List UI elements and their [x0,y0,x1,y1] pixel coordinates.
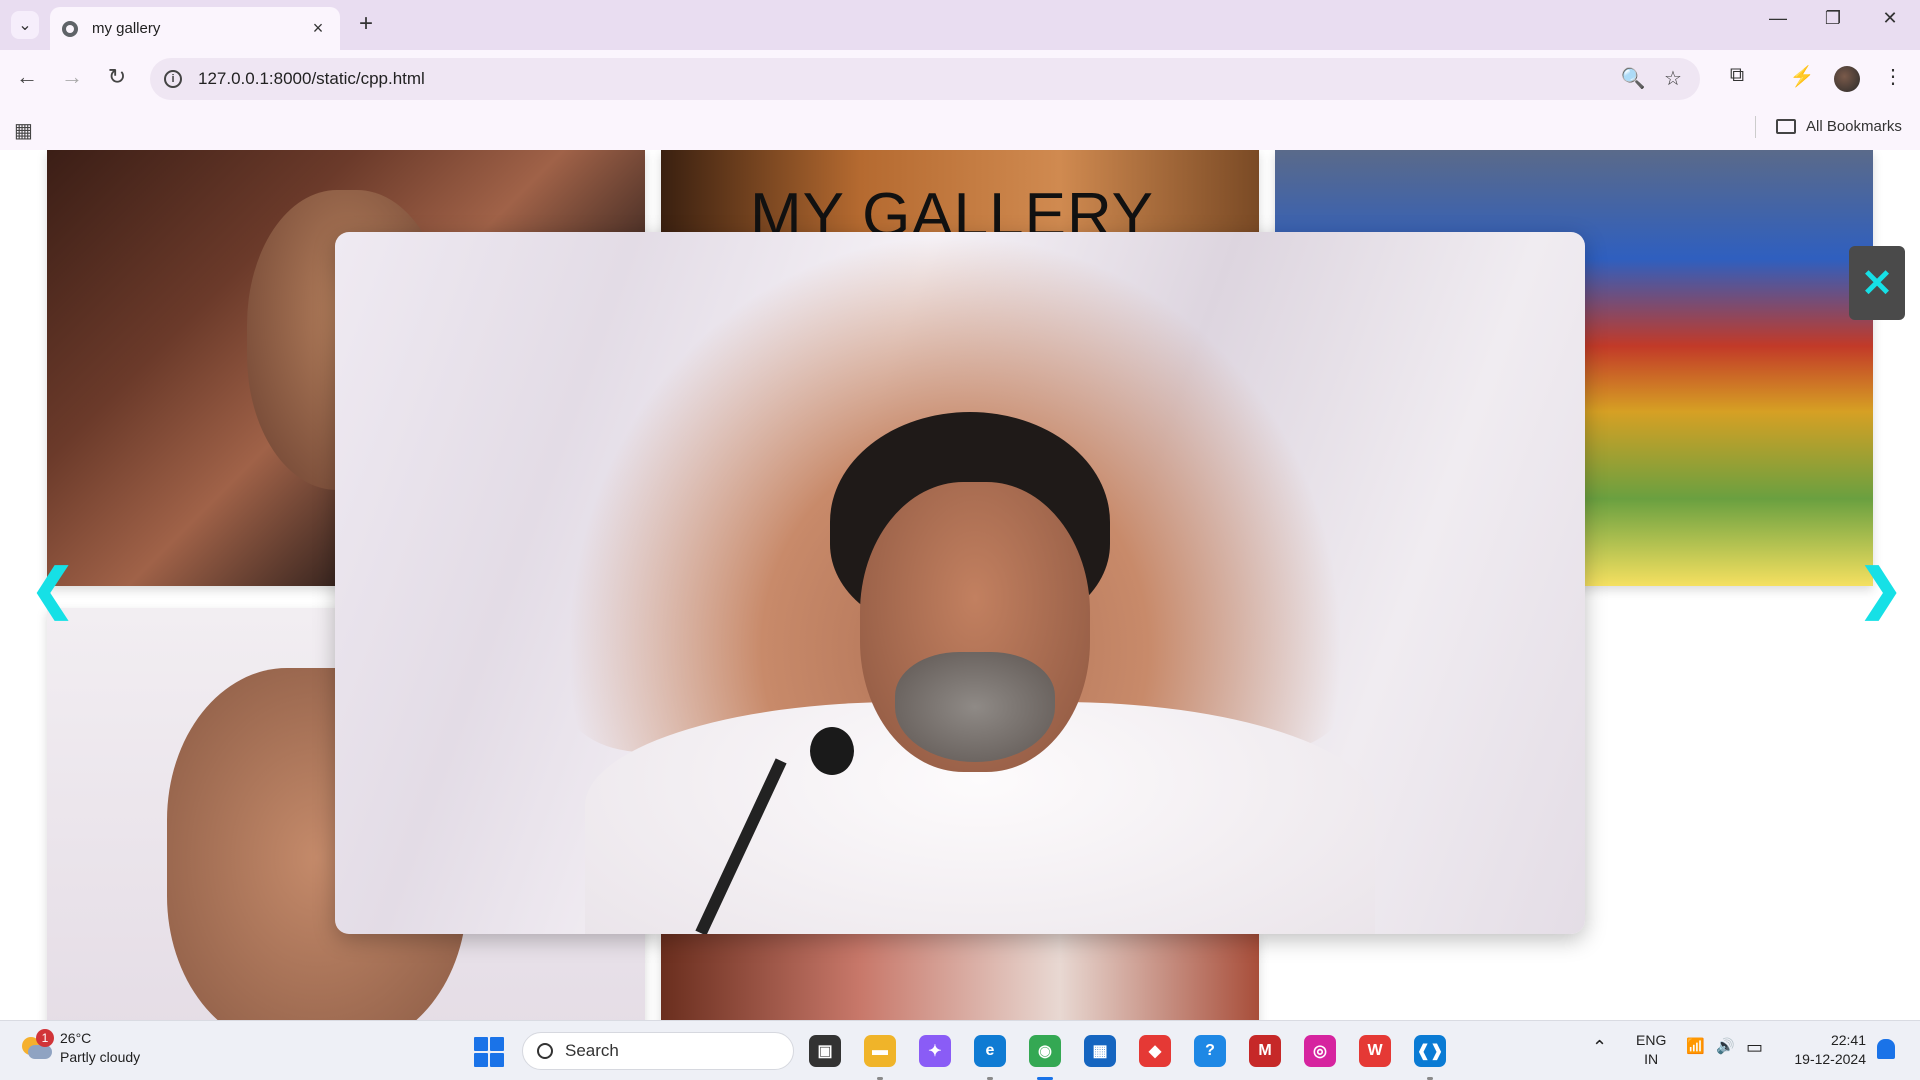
weather-widget[interactable]: 1 26°C Partly cloudy [22,1029,140,1067]
weather-temperature: 26°C [60,1030,92,1046]
start-button[interactable] [474,1037,504,1067]
maximize-button[interactable]: ❐ [1813,8,1853,29]
all-bookmarks-button[interactable]: All Bookmarks [1776,118,1902,135]
bookmarks-bar: ▦ All Bookmarks [0,108,1920,150]
address-bar[interactable]: i 127.0.0.1:8000/static/cpp.html 🔍 ☆ [150,58,1700,100]
all-bookmarks-label: All Bookmarks [1806,118,1902,135]
mcafee-icon[interactable]: M [1249,1035,1281,1067]
zoom-icon[interactable]: 🔍 [1618,66,1648,91]
search-icon [537,1043,553,1059]
close-icon: ✕ [1861,262,1893,305]
url-text: 127.0.0.1:8000/static/cpp.html [198,69,425,88]
taskbar-search[interactable]: Search [522,1032,794,1070]
chrome-icon[interactable]: ◉ [1029,1035,1061,1067]
next-arrow-icon[interactable]: ❯ [1858,562,1903,616]
partly-cloudy-icon: 1 [22,1029,54,1061]
tab-close-button[interactable]: × [308,18,328,39]
wps-office-icon[interactable]: W [1359,1035,1391,1067]
new-tab-button[interactable]: + [352,10,380,38]
store-icon[interactable]: ▦ [1084,1035,1116,1067]
wifi-icon[interactable]: 📶 [1686,1037,1705,1055]
clock-date: 19-12-2024 [1794,1051,1866,1067]
browser-toolbar: ← → ↻ i 127.0.0.1:8000/static/cpp.html 🔍… [0,50,1920,108]
forward-button[interactable]: → [57,64,87,90]
window-close-button[interactable]: ✕ [1870,8,1910,29]
copilot-icon[interactable]: ✦ [919,1035,951,1067]
help-icon[interactable]: ? [1194,1035,1226,1067]
file-explorer-icon[interactable]: ▬ [864,1035,896,1067]
apps-grid-icon[interactable]: ▦ [14,118,33,143]
browser-tab-bar: ⌄ my gallery × + — ❐ ✕ [0,0,1920,50]
language-code: ENG [1636,1032,1667,1048]
bookmark-star-icon[interactable]: ☆ [1658,66,1688,91]
system-clock[interactable]: 22:41 19-12-2024 [1786,1031,1866,1069]
vscode-icon[interactable]: ❰❱ [1414,1035,1446,1067]
lightbox-image [335,232,1585,934]
minimize-button[interactable]: — [1758,8,1798,29]
notification-badge: 1 [36,1029,54,1047]
browser-tab-active[interactable]: my gallery × [50,7,340,50]
folder-icon [1776,119,1796,134]
gallery-thumbnail-5[interactable] [661,934,1259,1020]
chevron-down-icon: ⌄ [18,17,32,34]
image-beard [895,652,1055,762]
extensions-icon[interactable]: ⧉ [1722,64,1752,87]
previous-arrow-icon[interactable]: ❮ [30,562,75,616]
tray-chevron-icon[interactable]: ⌃ [1592,1037,1607,1058]
tab-search-button[interactable]: ⌄ [11,11,39,39]
lightbox-close-button[interactable]: ✕ [1849,246,1905,320]
language-indicator[interactable]: ENG IN [1636,1031,1666,1069]
bookmarks-divider [1755,116,1756,138]
tab-title: my gallery [92,20,161,37]
region-code: IN [1644,1051,1659,1067]
edge-icon[interactable]: e [974,1035,1006,1067]
battery-icon[interactable]: ▭ [1746,1037,1763,1058]
back-button[interactable]: ← [12,64,42,90]
menu-icon[interactable]: ⋮ [1878,64,1908,89]
profile-avatar[interactable] [1834,66,1860,92]
site-info-icon[interactable]: i [164,70,182,88]
reload-button[interactable]: ↻ [102,64,132,90]
search-placeholder: Search [565,1041,619,1060]
red-app-icon[interactable]: ◆ [1139,1035,1171,1067]
windows-taskbar: 1 26°C Partly cloudy Search ▣ ▬ ✦ e ◉ ▦ ◆? M ◎ W ❰… [0,1020,1920,1080]
image-microphone [810,727,854,775]
volume-icon[interactable]: 🔊 [1716,1037,1735,1055]
performance-icon[interactable]: ⚡ [1787,64,1817,89]
notification-bell-icon[interactable] [1877,1039,1895,1059]
task-view-icon[interactable]: ▣ [809,1035,841,1067]
clock-time: 22:41 [1830,1032,1866,1048]
globe-icon [62,20,78,37]
weather-condition: Partly cloudy [60,1049,141,1065]
instagram-icon[interactable]: ◎ [1304,1035,1336,1067]
